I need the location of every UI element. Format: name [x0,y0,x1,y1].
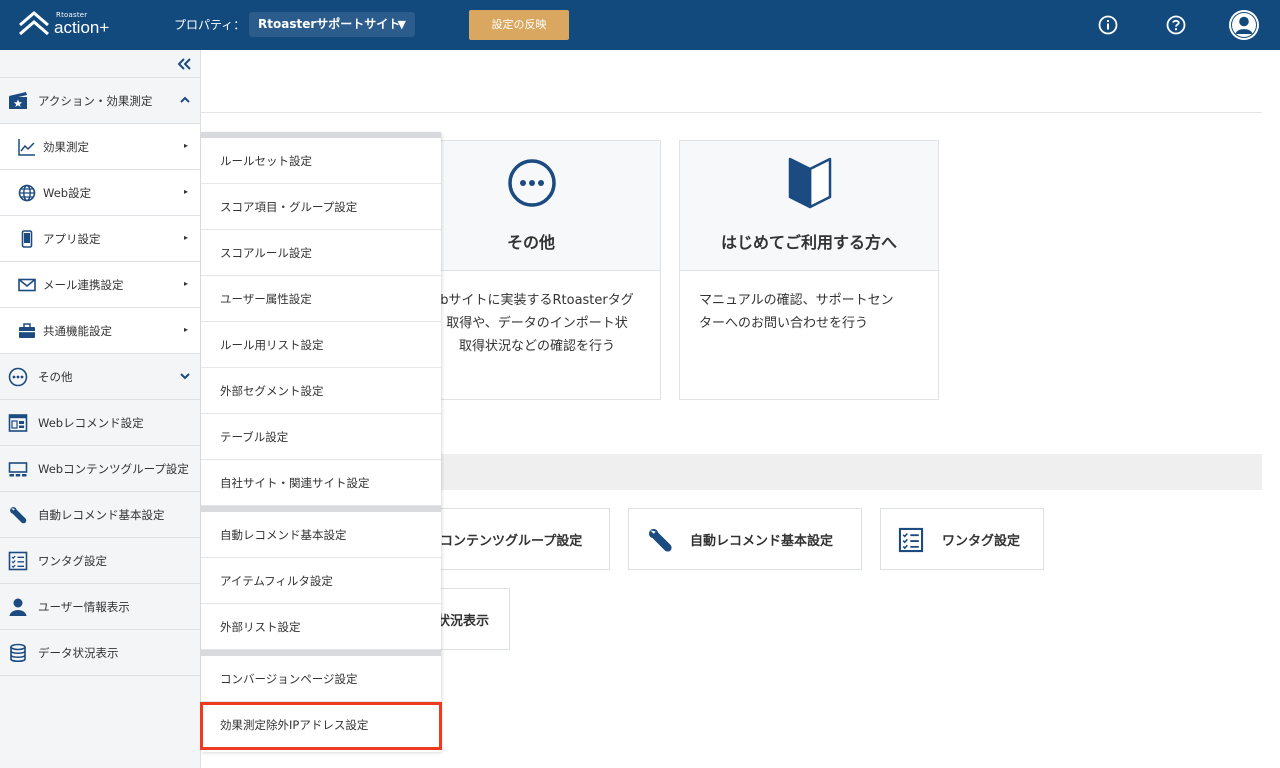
checklist-icon [8,551,28,571]
menu-item-auto-recommend[interactable]: 自動レコメンド基本設定 [201,512,441,558]
card-description: マニュアルの確認、サポートセン ターへのお問い合わせを行う [699,289,894,335]
sidebar-item-label: Webレコメンド設定 [38,416,144,430]
sidebar-item-label: データ状況表示 [38,646,119,660]
mail-icon [18,278,36,292]
sidebar-item-app[interactable]: アプリ設定 ▸ [0,216,200,262]
sidebar-item-web[interactable]: Web設定 ▸ [0,170,200,216]
app-logo[interactable]: Rtoaster action+ [18,9,128,41]
clapperboard-icon [9,92,27,109]
sidebar-item-label: 自動レコメンド基本設定 [38,508,165,522]
card-description: bサイトに実装するRtoasterタグ 取得や、データのインポート状 取得状況な… [427,289,647,358]
section-band [441,454,1262,490]
menu-item-score-groups[interactable]: スコア項目・グループ設定 [201,184,441,230]
menu-item-score-rules[interactable]: スコアルール設定 [201,230,441,276]
globe-icon [18,184,36,202]
sidebar-section-label: アクション・効果測定 [38,94,153,108]
arrow-right-icon: ▸ [183,141,188,150]
card-desc-line: 取得状況などの確認を行う [458,339,615,354]
wrench-icon [649,529,672,552]
menu-item-external-list[interactable]: 外部リスト設定 [201,604,441,650]
main-header-divider [201,112,1262,113]
top-header: Rtoaster action+ プロパティ： Rtoasterサポートサイト … [0,0,1280,50]
card-title: はじめてご利用する方へ [720,233,897,252]
arrow-right-icon: ▸ [183,279,188,288]
menu-item-item-filter[interactable]: アイテムフィルタ設定 [201,558,441,604]
sidebar-item-mail[interactable]: メール連携設定 ▸ [0,262,200,308]
sidebar-item-user-info[interactable]: ユーザー情報表示 [0,584,200,630]
sidebar-item-label: Webコンテンツグループ設定 [38,462,189,476]
sidebar-item-measurement[interactable]: 効果測定 ▸ [0,124,200,170]
sidebar-section-action[interactable]: アクション・効果測定 [0,78,200,124]
info-icon[interactable] [1098,15,1118,35]
property-select[interactable]: Rtoasterサポートサイト ▼ [249,12,415,37]
beginner-mark-icon [788,157,832,209]
menu-item-user-attributes[interactable]: ユーザー属性設定 [201,276,441,322]
arrow-right-icon: ▸ [183,325,188,334]
property-value: Rtoasterサポートサイト [258,17,401,31]
chevron-down-icon [180,373,190,380]
card-getting-started[interactable]: はじめてご利用する方へ マニュアルの確認、サポートセン ターへのお問い合わせを行… [679,140,939,400]
card-desc-line: マニュアルの確認、サポートセン [699,293,894,308]
sidebar-item-data-status[interactable]: データ状況表示 [0,630,200,676]
caret-down-icon: ▼ [397,18,406,31]
chevron-up-icon [180,96,190,103]
content-group-icon [8,462,28,477]
sidebar-item-label: ユーザー情報表示 [38,600,130,614]
property-label: プロパティ： [174,18,246,32]
card-desc-line: ターへのお問い合わせを行う [699,316,869,331]
user-avatar-icon[interactable] [1228,9,1260,41]
checklist-icon [898,527,924,553]
smartphone-icon [21,230,33,248]
sidebar-section-label: その他 [38,370,73,384]
briefcase-icon [19,323,35,338]
arrow-right-icon: ▸ [183,233,188,242]
arrow-right-icon: ▸ [183,187,188,196]
menu-item-conversion-page[interactable]: コンバージョンページ設定 [201,656,441,702]
sidebar-item-web-recommend[interactable]: Webレコメンド設定 [0,400,200,446]
sidebar-item-label: 効果測定 [43,140,89,154]
more-circle-icon [508,159,556,207]
sidebar-item-auto-recommend[interactable]: 自動レコメンド基本設定 [0,492,200,538]
quick-button-label: コンテンツグループ設定 [440,534,583,549]
help-icon[interactable] [1166,15,1186,35]
logo-brand-name: action+ [54,18,110,37]
sidebar-item-label: メール連携設定 [43,278,124,292]
quick-button-label: 状況表示 [437,614,490,629]
apply-settings-button[interactable]: 設定の反映 [469,10,569,40]
sidebar-item-label: ワンタグ設定 [38,554,107,568]
menu-item-table[interactable]: テーブル設定 [201,414,441,460]
menu-item-own-sites[interactable]: 自社サイト・関連サイト設定 [201,460,441,506]
quick-one-tag-button[interactable]: ワンタグ設定 [880,508,1044,570]
logo-mark-icon [19,11,49,36]
sidebar-item-one-tag[interactable]: ワンタグ設定 [0,538,200,584]
card-desc-line: bサイトに実装するRtoasterタグ [440,293,634,308]
card-desc-line: 取得や、データのインポート状 [446,316,628,331]
window-recommend-icon [8,414,28,432]
user-icon [9,598,27,616]
sidebar-item-label: 共通機能設定 [43,324,112,338]
more-circle-icon [8,367,28,387]
menu-item-external-segment[interactable]: 外部セグメント設定 [201,368,441,414]
quick-button-label: 自動レコメンド基本設定 [690,534,834,549]
sidebar-item-label: Web設定 [43,186,92,200]
line-chart-icon [18,139,35,156]
menu-item-rule-list[interactable]: ルール用リスト設定 [201,322,441,368]
highlight-box [200,702,442,750]
wrench-icon [10,507,27,524]
menu-item-ruleset[interactable]: ルールセット設定 [201,138,441,184]
sidebar-item-label: アプリ設定 [43,232,101,246]
quick-button-label: ワンタグ設定 [942,534,1021,549]
database-icon [10,643,26,663]
sidebar-item-common[interactable]: 共通機能設定 ▸ [0,308,200,354]
sidebar-item-web-content-group[interactable]: Webコンテンツグループ設定 [0,446,200,492]
sidebar-section-other[interactable]: その他 [0,354,200,400]
settings-dropdown-menu: ルールセット設定 スコア項目・グループ設定 スコアルール設定 ユーザー属性設定 … [201,132,441,752]
quick-auto-recommend-button[interactable]: 自動レコメンド基本設定 [628,508,862,570]
collapse-sidebar-icon[interactable] [176,54,192,74]
